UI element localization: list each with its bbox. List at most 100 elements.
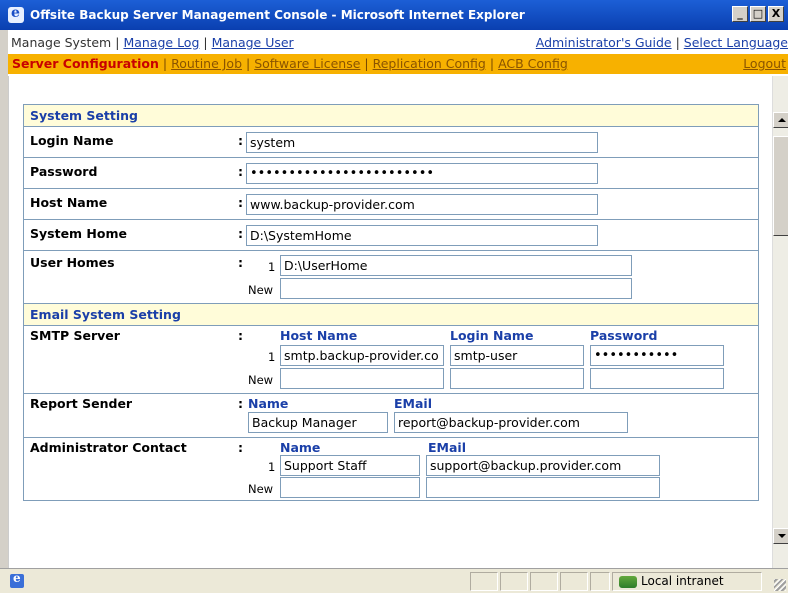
security-zone[interactable]: Local intranet bbox=[612, 572, 762, 591]
admin-contact-name-input[interactable]: Support Staff bbox=[280, 455, 420, 476]
colon: : bbox=[238, 133, 243, 148]
resize-grip-icon[interactable] bbox=[774, 579, 786, 591]
system-home-input[interactable]: D:\SystemHome bbox=[246, 225, 598, 246]
password-row: Password : •••••••••••••••••••••••• bbox=[24, 158, 758, 189]
nav-separator: | bbox=[115, 35, 120, 50]
window-titlebar: Offsite Backup Server Management Console… bbox=[0, 0, 788, 30]
status-cell bbox=[560, 572, 588, 591]
report-sender-row: Report Sender : Name EMail Backup Manage… bbox=[24, 394, 758, 438]
scroll-up-button[interactable] bbox=[773, 112, 788, 128]
nav-software-license-link[interactable]: Software License bbox=[254, 56, 360, 71]
login-name-input[interactable]: system bbox=[246, 132, 598, 153]
maximize-button[interactable]: □ bbox=[750, 6, 766, 22]
main-navigation: Manage System | Manage Log | Manage User… bbox=[8, 34, 788, 52]
nav-server-configuration: Server Configuration bbox=[12, 56, 159, 71]
nav-replication-config-link[interactable]: Replication Config bbox=[373, 56, 486, 71]
status-cell bbox=[500, 572, 528, 591]
colon: : bbox=[238, 255, 243, 270]
smtp-password-input[interactable]: ••••••••••• bbox=[590, 345, 724, 366]
status-cell bbox=[530, 572, 558, 591]
admin-contact-new-name-input[interactable] bbox=[280, 477, 420, 498]
report-sender-email-header: EMail bbox=[394, 396, 432, 411]
system-home-label: System Home bbox=[30, 226, 127, 241]
admin-contact-new-email-input[interactable] bbox=[426, 477, 660, 498]
nav-manage-system: Manage System bbox=[11, 35, 112, 50]
smtp-new-password-input[interactable] bbox=[590, 368, 724, 389]
security-zone-label: Local intranet bbox=[641, 574, 724, 588]
arrow-down-icon bbox=[778, 534, 786, 538]
user-homes-row: User Homes : 1 D:\UserHome New bbox=[24, 251, 758, 304]
user-home-new-input[interactable] bbox=[280, 278, 632, 299]
minimize-button[interactable]: _ bbox=[732, 6, 748, 22]
page-frame: System Setting Login Name : system Passw… bbox=[8, 76, 772, 568]
colon: : bbox=[238, 328, 243, 343]
nav-acb-config-link[interactable]: ACB Config bbox=[498, 56, 568, 71]
smtp-host-input[interactable]: smtp.backup-provider.co bbox=[280, 345, 444, 366]
admin-contact-name-header: Name bbox=[280, 440, 321, 455]
admin-contact-email-input[interactable]: support@backup.provider.com bbox=[426, 455, 660, 476]
user-home-input[interactable]: D:\UserHome bbox=[280, 255, 632, 276]
smtp-new-host-input[interactable] bbox=[280, 368, 444, 389]
nav-separator: | bbox=[162, 56, 168, 71]
smtp-new-login-input[interactable] bbox=[450, 368, 584, 389]
system-setting-header: System Setting bbox=[24, 105, 758, 127]
user-home-new-label: New bbox=[248, 283, 274, 297]
report-sender-label: Report Sender bbox=[30, 396, 133, 411]
sub-navigation: Server Configuration | Routine Job | Sof… bbox=[8, 54, 788, 74]
colon: : bbox=[238, 195, 243, 210]
window-controls: _ □ X bbox=[732, 6, 784, 22]
nav-separator: | bbox=[246, 56, 251, 71]
email-system-setting-header: Email System Setting bbox=[24, 304, 758, 326]
user-homes-label: User Homes bbox=[30, 255, 115, 270]
scroll-thumb[interactable] bbox=[773, 136, 788, 236]
vertical-scrollbar[interactable] bbox=[772, 76, 788, 568]
smtp-login-input[interactable]: smtp-user bbox=[450, 345, 584, 366]
close-button[interactable]: X bbox=[768, 6, 784, 22]
host-name-input[interactable]: www.backup-provider.com bbox=[246, 194, 598, 215]
page-status-icon bbox=[10, 571, 24, 588]
status-cell bbox=[590, 572, 610, 591]
internet-explorer-icon bbox=[8, 5, 24, 23]
smtp-server-row: SMTP Server : Host Name Login Name Passw… bbox=[24, 326, 758, 394]
admin-contact-index: 1 bbox=[268, 460, 276, 474]
admin-contact-email-header: EMail bbox=[428, 440, 466, 455]
window-title: Offsite Backup Server Management Console… bbox=[30, 8, 525, 22]
smtp-password-header: Password bbox=[590, 328, 658, 343]
password-label: Password bbox=[30, 164, 98, 179]
login-name-row: Login Name : system bbox=[24, 127, 758, 158]
logout-link[interactable]: Logout bbox=[743, 56, 786, 71]
nav-manage-log-link[interactable]: Manage Log bbox=[123, 35, 199, 50]
smtp-login-name-header: Login Name bbox=[450, 328, 534, 343]
system-home-row: System Home : D:\SystemHome bbox=[24, 220, 758, 251]
login-name-label: Login Name bbox=[30, 133, 114, 148]
select-language-link[interactable]: Select Language bbox=[684, 35, 788, 50]
nav-separator: | bbox=[203, 35, 208, 50]
administrator-contact-label: Administrator Contact bbox=[30, 440, 187, 455]
user-home-index: 1 bbox=[268, 260, 276, 274]
scroll-down-button[interactable] bbox=[773, 528, 788, 544]
smtp-index: 1 bbox=[268, 350, 276, 364]
administrators-guide-link[interactable]: Administrator's Guide bbox=[536, 35, 672, 50]
nav-separator: | bbox=[675, 35, 680, 50]
smtp-server-label: SMTP Server bbox=[30, 328, 120, 343]
administrator-contact-row: Administrator Contact : Name EMail 1 Sup… bbox=[24, 438, 758, 500]
colon: : bbox=[238, 440, 243, 455]
host-name-row: Host Name : www.backup-provider.com bbox=[24, 189, 758, 220]
status-bar: Local intranet bbox=[0, 568, 788, 593]
nav-manage-user-link[interactable]: Manage User bbox=[212, 35, 294, 50]
arrow-up-icon bbox=[778, 118, 786, 122]
nav-separator: | bbox=[489, 56, 495, 71]
nav-routine-job-link[interactable]: Routine Job bbox=[171, 56, 242, 71]
report-sender-email-input[interactable]: report@backup-provider.com bbox=[394, 412, 628, 433]
colon: : bbox=[238, 396, 243, 411]
colon: : bbox=[238, 226, 243, 241]
password-input[interactable]: •••••••••••••••••••••••• bbox=[246, 163, 598, 184]
admin-contact-new-label: New bbox=[248, 482, 274, 496]
colon: : bbox=[238, 164, 243, 179]
status-cell bbox=[470, 572, 498, 591]
browser-viewport: Manage System | Manage Log | Manage User… bbox=[8, 30, 788, 568]
report-sender-name-header: Name bbox=[248, 396, 289, 411]
settings-panel: System Setting Login Name : system Passw… bbox=[23, 104, 759, 501]
intranet-zone-icon bbox=[619, 576, 637, 588]
report-sender-name-input[interactable]: Backup Manager bbox=[248, 412, 388, 433]
